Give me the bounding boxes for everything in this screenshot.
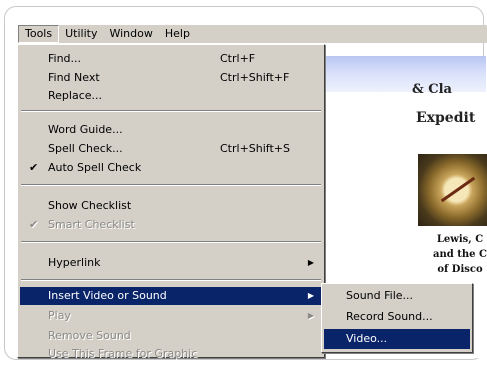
smart-checklist-label: Smart Checklist (48, 218, 135, 231)
word-guide-label: Word Guide... (48, 123, 123, 136)
menu-item-spell-check[interactable]: Spell Check... Ctrl+Shift+S (20, 140, 322, 158)
show-checklist-label: Show Checklist (48, 199, 132, 212)
checkmark-icon: ✔ (29, 218, 39, 231)
document-header-band (326, 56, 486, 92)
submenu-item-video[interactable]: Video... (324, 329, 470, 349)
find-label: Find... (48, 52, 82, 65)
replace-label: Replace... (48, 89, 103, 102)
find-next-shortcut: Ctrl+Shift+F (220, 71, 290, 84)
menu-window[interactable]: Window (103, 25, 158, 43)
menu-separator (21, 279, 321, 281)
document-title-line1: & Cla (412, 82, 452, 97)
menu-item-insert-video-or-sound[interactable]: Insert Video or Sound ▶ (20, 287, 322, 305)
find-next-label: Find Next (48, 71, 100, 84)
menu-separator (21, 241, 321, 243)
tools-menu: Find... Ctrl+F Find Next Ctrl+Shift+F Re… (17, 44, 325, 360)
menu-item-show-checklist[interactable]: Show Checklist (20, 197, 322, 215)
menu-item-remove-sound: Remove Sound (20, 327, 322, 345)
menu-item-find-next[interactable]: Find Next Ctrl+Shift+F (20, 69, 322, 87)
submenu-item-record-sound[interactable]: Record Sound... (324, 307, 470, 327)
hyperlink-label: Hyperlink (48, 256, 101, 269)
compass-image[interactable] (418, 154, 487, 226)
submenu-arrow-icon: ▶ (307, 311, 314, 320)
menu-tools[interactable]: Tools (18, 25, 60, 43)
sound-file-label: Sound File... (346, 289, 414, 302)
menu-bar: Tools Utility Window Help (18, 25, 487, 43)
menu-item-hyperlink[interactable]: Hyperlink ▶ (20, 254, 322, 272)
menu-help[interactable]: Help (159, 25, 196, 43)
menu-separator (21, 110, 321, 112)
insert-video-or-sound-label: Insert Video or Sound (48, 289, 167, 302)
spell-check-shortcut: Ctrl+Shift+S (220, 142, 290, 155)
compass-needle (440, 176, 476, 203)
submenu-item-sound-file[interactable]: Sound File... (324, 286, 470, 306)
menu-item-word-guide[interactable]: Word Guide... (20, 121, 322, 139)
menu-item-use-this-frame: Use This Frame for Graphic (20, 345, 322, 363)
caption-line2: and the C (433, 249, 487, 260)
menu-utility[interactable]: Utility (59, 25, 103, 43)
menu-item-smart-checklist: ✔ Smart Checklist (20, 216, 322, 234)
insert-video-or-sound-submenu: Sound File... Record Sound... Video... (321, 283, 473, 353)
menu-item-play: Play ▶ (20, 307, 322, 325)
use-this-frame-label: Use This Frame for Graphic (48, 347, 198, 360)
document-title-line2: Expedit (416, 110, 476, 126)
menu-separator (21, 184, 321, 186)
record-sound-label: Record Sound... (346, 310, 433, 323)
remove-sound-label: Remove Sound (48, 329, 131, 342)
submenu-arrow-icon: ▶ (307, 258, 314, 267)
auto-spell-check-label: Auto Spell Check (48, 161, 142, 174)
menu-item-find[interactable]: Find... Ctrl+F (20, 50, 322, 68)
video-label: Video... (346, 332, 388, 345)
submenu-arrow-icon: ▶ (307, 291, 314, 300)
document-caption: Lewis, C and the C of Disco (420, 232, 487, 277)
caption-line3: of Disco (437, 264, 483, 275)
menu-item-replace[interactable]: Replace... (20, 87, 322, 105)
menu-item-auto-spell-check[interactable]: ✔ Auto Spell Check (20, 159, 322, 177)
caption-line1: Lewis, C (436, 234, 484, 245)
checkmark-icon: ✔ (29, 161, 39, 174)
spell-check-label: Spell Check... (48, 142, 123, 155)
play-label: Play (48, 309, 71, 322)
find-shortcut: Ctrl+F (220, 52, 256, 65)
